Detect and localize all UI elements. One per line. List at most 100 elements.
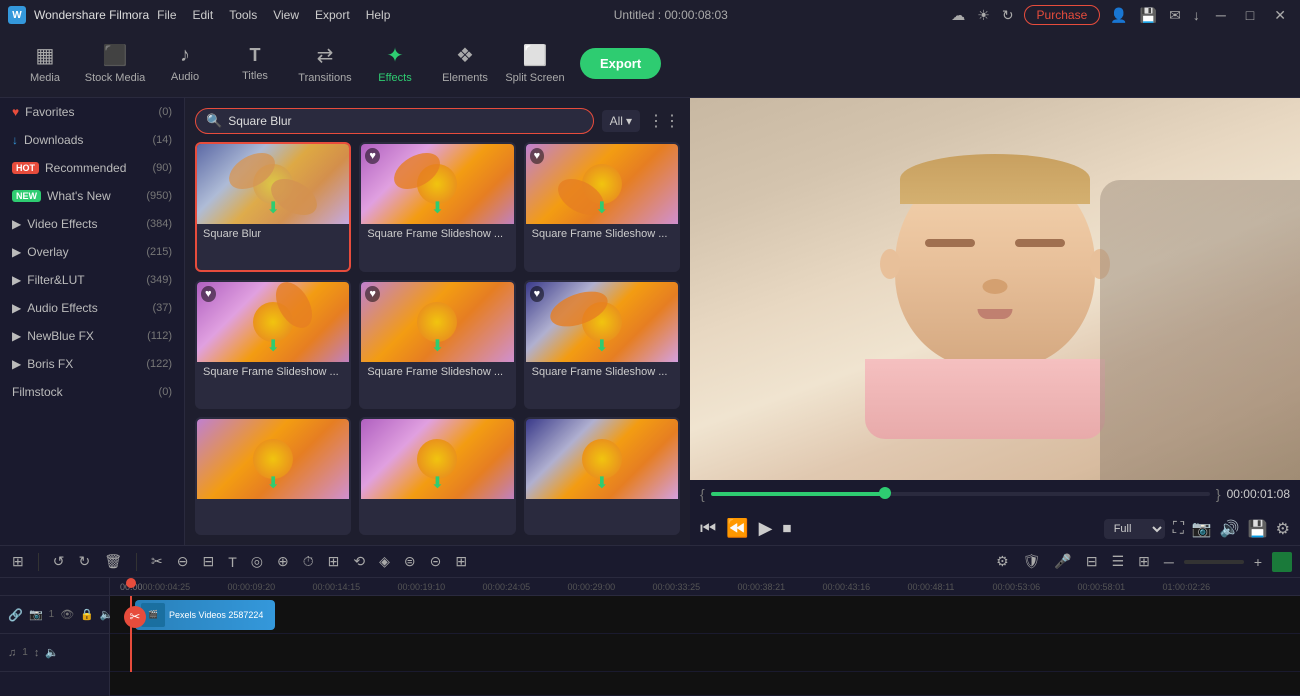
progress-handle[interactable] [879,487,891,499]
effect-card-8[interactable]: ⬇ [359,417,515,535]
zoom-in-icon[interactable]: + [1250,552,1266,572]
copy-icon[interactable]: ⊖ [173,551,193,572]
menu-tools[interactable]: Tools [229,8,257,22]
zoom-select[interactable]: 25% 50% 75% Full 150% 200% [1104,519,1165,539]
mail-icon[interactable]: ✉ [1169,7,1181,24]
step-back-button[interactable]: ⏪ [726,518,748,539]
merge-icon[interactable]: ⊟ [1082,551,1102,572]
toolbar-transitions[interactable]: ⇄ Transitions [290,34,360,94]
menu-file[interactable]: File [157,8,176,22]
delete-button[interactable]: 🗑 [100,551,126,572]
effect-card-3[interactable]: ♥ ⬇ Square Frame Slideshow ... [524,142,680,272]
shield-icon[interactable]: 🛡 [1019,551,1045,572]
lock-icon[interactable]: 🔒 [80,608,94,621]
sidebar-item-overlay[interactable]: ▶ Overlay (215) [0,238,184,266]
close-button[interactable]: ✕ [1268,5,1292,26]
newblue-fx-label: NewBlue FX [27,329,94,343]
sidebar-item-recommended[interactable]: HOT Recommended (90) [0,154,184,182]
toolbar-split-screen[interactable]: ⬜ Split Screen [500,34,570,94]
cut-icon[interactable]: ✂ [147,551,167,572]
effect-card-1[interactable]: ⬇ Square Blur [195,142,351,272]
toolbar-titles[interactable]: T Titles [220,34,290,94]
menu-export[interactable]: Export [315,8,350,22]
fullscreen-icon[interactable]: ⛶ [1173,520,1184,538]
transform-icon[interactable]: ⊞ [324,551,344,572]
speed-icon[interactable]: ⊝ [426,551,446,572]
bracket-right-icon[interactable]: } [1216,486,1221,502]
overlay-icon[interactable]: ⊞ [1134,551,1154,572]
toolbar-effects[interactable]: ✦ Effects [360,34,430,94]
fullscreen-toggle[interactable] [1272,552,1292,572]
rotate-icon[interactable]: ⊕ [273,551,293,572]
timeline-tracks[interactable]: 00:00 00:00:04:25 00:00:09:20 00:00:14:1… [110,578,1300,696]
sun-icon[interactable]: ☀ [977,7,990,24]
mask-icon[interactable]: ◎ [247,551,267,572]
crop-icon[interactable]: ⊟ [198,551,218,572]
sidebar-item-boris-fx[interactable]: ▶ Boris FX (122) [0,350,184,378]
maximize-button[interactable]: □ [1240,5,1260,26]
zoom-slider[interactable] [1184,560,1244,564]
search-input-wrap[interactable]: 🔍 [195,108,594,134]
effect-card-6[interactable]: ♥ ⬇ Square Frame Slideshow ... [524,280,680,410]
sidebar-item-filmstock[interactable]: Filmstock (0) [0,378,184,406]
effect-card-9[interactable]: ⬇ [524,417,680,535]
snapshot-icon[interactable]: 📷 [1192,519,1212,539]
redo-button[interactable]: ↻ [74,551,94,572]
menu-view[interactable]: View [273,8,299,22]
skip-back-button[interactable]: ⏮ [700,518,716,539]
effect-card-7[interactable]: ⬇ [195,417,351,535]
sidebar-item-filter-lut[interactable]: ▶ Filter&LUT (349) [0,266,184,294]
grid-toggle-icon[interactable]: ⋮⋮ [648,111,680,131]
undo-button[interactable]: ↺ [49,551,69,572]
save-frame-icon[interactable]: 💾 [1248,519,1268,539]
purchase-button[interactable]: Purchase [1024,5,1101,25]
timer-icon[interactable]: ⏱ [299,551,318,572]
zoom-out-icon[interactable]: ─ [1160,552,1178,572]
effect-card-2[interactable]: ♥ ⬇ Square Frame Slideshow ... [359,142,515,272]
search-input[interactable] [228,114,582,128]
settings-icon[interactable]: ⚙ [1276,519,1290,539]
effect-card-5[interactable]: ♥ ⬇ Square Frame Slideshow ... [359,280,515,410]
text-icon[interactable]: T [224,552,241,572]
effects-label: Effects [378,72,411,84]
sidebar-item-video-effects[interactable]: ▶ Video Effects (384) [0,210,184,238]
replace-icon[interactable]: ⟲ [349,551,369,572]
export-button[interactable]: Export [580,48,661,79]
toolbar-stock-media[interactable]: ⬛ Stock Media [80,34,150,94]
video-clip[interactable]: 🎬 Pexels Videos 2587224 [135,600,275,630]
audio-icon[interactable]: ⊜ [400,551,420,572]
download-icon[interactable]: ↓ [1193,7,1200,24]
save-icon[interactable]: 💾 [1140,7,1157,24]
sidebar-item-downloads[interactable]: ↓ Downloads (14) [0,126,184,154]
settings-icon[interactable]: ⚙ [992,551,1013,572]
eye-icon[interactable]: 👁 [60,608,74,621]
grid-view-icon[interactable]: ⊞ [8,551,28,572]
minimize-button[interactable]: ─ [1210,5,1232,26]
toolbar-audio[interactable]: ♪ Audio [150,34,220,94]
toolbar-media[interactable]: ▦ Media [10,34,80,94]
join-icon[interactable]: ⊞ [451,551,471,572]
filter-dropdown[interactable]: All ▾ [602,110,640,132]
sidebar-item-favorites[interactable]: ♥ Favorites (0) [0,98,184,126]
stop-button[interactable]: ⏹ [782,518,791,539]
menu-edit[interactable]: Edit [193,8,214,22]
refresh-icon[interactable]: ↻ [1002,7,1014,24]
cloud-icon[interactable]: ☁ [951,7,965,24]
toolbar-elements[interactable]: ❖ Elements [430,34,500,94]
color-icon[interactable]: ◈ [375,551,394,572]
vol-icon-2[interactable]: 🔈 [45,646,59,659]
bracket-left-icon[interactable]: { [700,486,705,502]
play-button[interactable]: ▶ [759,518,773,539]
mic-icon[interactable]: 🎤 [1050,551,1075,572]
user-icon[interactable]: 👤 [1110,7,1127,24]
sidebar-item-audio-effects[interactable]: ▶ Audio Effects (37) [0,294,184,322]
menu-help[interactable]: Help [366,8,391,22]
ai-icon[interactable]: ☰ [1108,551,1129,572]
effect-card-4[interactable]: ♥ ⬇ Square Frame Slideshow ... [195,280,351,410]
progress-bar[interactable] [711,492,1210,496]
cut-marker[interactable]: ✂ [124,606,146,628]
sidebar-item-newblue-fx[interactable]: ▶ NewBlue FX (112) [0,322,184,350]
sidebar-item-whats-new[interactable]: NEW What's New (950) [0,182,184,210]
volume-icon[interactable]: 🔊 [1220,519,1240,539]
window-title: Untitled : 00:00:08:03 [614,8,728,22]
